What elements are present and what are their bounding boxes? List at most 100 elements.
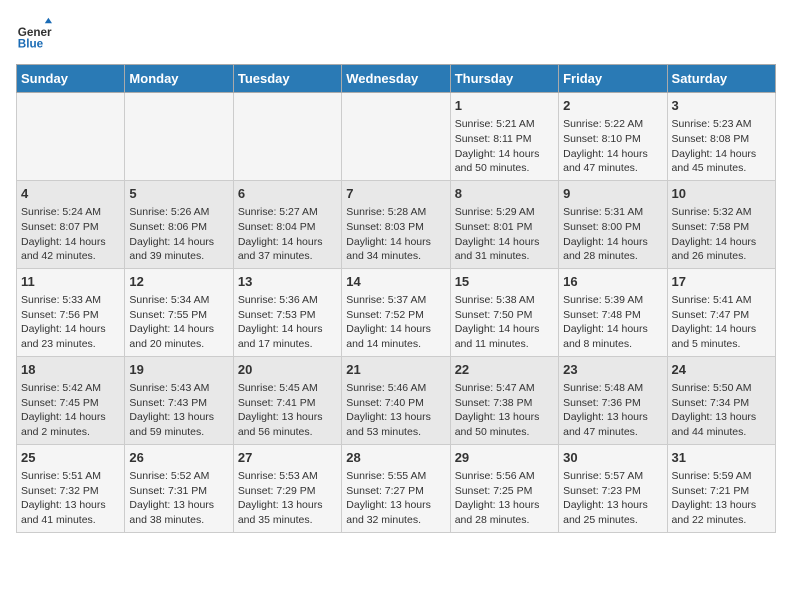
day-info: and 47 minutes. (563, 161, 662, 176)
day-cell: 16Sunrise: 5:39 AMSunset: 7:48 PMDayligh… (559, 268, 667, 356)
day-info: Daylight: 14 hours (455, 147, 554, 162)
day-info: Sunrise: 5:56 AM (455, 469, 554, 484)
day-header-wednesday: Wednesday (342, 65, 450, 93)
day-info: Daylight: 14 hours (129, 235, 228, 250)
day-info: and 2 minutes. (21, 425, 120, 440)
day-info: and 26 minutes. (672, 249, 771, 264)
day-info: Sunrise: 5:45 AM (238, 381, 337, 396)
day-header-monday: Monday (125, 65, 233, 93)
day-cell: 6Sunrise: 5:27 AMSunset: 8:04 PMDaylight… (233, 180, 341, 268)
day-number: 31 (672, 449, 771, 467)
day-info: Sunrise: 5:22 AM (563, 117, 662, 132)
day-info: Sunrise: 5:29 AM (455, 205, 554, 220)
day-info: Sunrise: 5:36 AM (238, 293, 337, 308)
day-cell: 25Sunrise: 5:51 AMSunset: 7:32 PMDayligh… (17, 444, 125, 532)
day-number: 1 (455, 97, 554, 115)
day-cell: 4Sunrise: 5:24 AMSunset: 8:07 PMDaylight… (17, 180, 125, 268)
week-row-4: 18Sunrise: 5:42 AMSunset: 7:45 PMDayligh… (17, 356, 776, 444)
day-number: 7 (346, 185, 445, 203)
day-info: and 56 minutes. (238, 425, 337, 440)
day-info: Sunset: 7:31 PM (129, 484, 228, 499)
day-cell: 14Sunrise: 5:37 AMSunset: 7:52 PMDayligh… (342, 268, 450, 356)
week-row-3: 11 Sunrise: 5:33 AMSunset: 7:56 PM Dayligh… (17, 268, 776, 356)
day-cell: 10Sunrise: 5:32 AMSunset: 7:58 PMDayligh… (667, 180, 775, 268)
day-info: Daylight: 14 hours (21, 235, 120, 250)
day-number: 29 (455, 449, 554, 467)
day-info: and 28 minutes. (563, 249, 662, 264)
day-info: Daylight: 14 hours (672, 322, 771, 337)
day-info: and 41 minutes. (21, 513, 120, 528)
day-info: Daylight: 14 hours (563, 322, 662, 337)
day-info: Daylight: 13 hours (346, 498, 445, 513)
day-info: Daylight: 14 hours (455, 322, 554, 337)
day-info: Sunrise: 5:46 AM (346, 381, 445, 396)
day-info: and 42 minutes. (21, 249, 120, 264)
day-info: Sunset: 7:23 PM (563, 484, 662, 499)
logo-icon: General Blue (16, 16, 52, 52)
day-info: Sunset: 7:21 PM (672, 484, 771, 499)
day-info: Sunrise: 5:42 AM (21, 381, 120, 396)
day-number: 23 (563, 361, 662, 379)
day-info: Sunset: 7:47 PM (672, 308, 771, 323)
day-header-sunday: Sunday (17, 65, 125, 93)
day-info: Daylight: 14 hours (346, 235, 445, 250)
day-info: Daylight: 14 hours (455, 235, 554, 250)
day-number: 30 (563, 449, 662, 467)
day-number: 27 (238, 449, 337, 467)
day-number: 20 (238, 361, 337, 379)
day-info: and 31 minutes. (455, 249, 554, 264)
day-number: 11 (21, 273, 120, 291)
day-info: Daylight: 13 hours (238, 498, 337, 513)
day-info: and 34 minutes. (346, 249, 445, 264)
page-header: General Blue (16, 16, 776, 52)
day-info: Sunrise: 5:41 AM (672, 293, 771, 308)
day-info: Sunrise: 5:33 AM (21, 293, 120, 308)
day-info: and 5 minutes. (672, 337, 771, 352)
day-info: Sunrise: 5:27 AM (238, 205, 337, 220)
day-info: Sunrise: 5:28 AM (346, 205, 445, 220)
day-info: Sunrise: 5:50 AM (672, 381, 771, 396)
day-number: 6 (238, 185, 337, 203)
calendar-header-row: SundayMondayTuesdayWednesdayThursdayFrid… (17, 65, 776, 93)
calendar-table: SundayMondayTuesdayWednesdayThursdayFrid… (16, 64, 776, 533)
day-cell (125, 93, 233, 181)
day-cell: 20Sunrise: 5:45 AMSunset: 7:41 PMDayligh… (233, 356, 341, 444)
day-cell: 31Sunrise: 5:59 AMSunset: 7:21 PMDayligh… (667, 444, 775, 532)
day-cell: 17 Sunrise: 5:41 AMSunset: 7:47 PMDayligh… (667, 268, 775, 356)
day-number: 25 (21, 449, 120, 467)
day-info: Daylight: 14 hours (129, 322, 228, 337)
day-cell (342, 93, 450, 181)
day-info: Sunset: 7:40 PM (346, 396, 445, 411)
day-cell: 30Sunrise: 5:57 AMSunset: 7:23 PMDayligh… (559, 444, 667, 532)
day-info: Sunset: 7:34 PM (672, 396, 771, 411)
day-info: Sunrise: 5:24 AM (21, 205, 120, 220)
day-cell (17, 93, 125, 181)
day-info: Sunrise: 5:51 AM (21, 469, 120, 484)
day-cell: 26Sunrise: 5:52 AMSunset: 7:31 PMDayligh… (125, 444, 233, 532)
day-info: Sunset: 7:53 PM (238, 308, 337, 323)
day-cell: 12Sunrise: 5:34 AMSunset: 7:55 PMDayligh… (125, 268, 233, 356)
day-number: 16 (563, 273, 662, 291)
day-cell: 9Sunrise: 5:31 AMSunset: 8:00 PMDaylight… (559, 180, 667, 268)
day-info: Daylight: 13 hours (346, 410, 445, 425)
day-cell: 18Sunrise: 5:42 AMSunset: 7:45 PMDayligh… (17, 356, 125, 444)
day-info: Sunset: 7:56 PM (21, 308, 120, 323)
day-number: 9 (563, 185, 662, 203)
day-number: 5 (129, 185, 228, 203)
day-number: 17 (672, 273, 771, 291)
day-cell: 19Sunrise: 5:43 AMSunset: 7:43 PMDayligh… (125, 356, 233, 444)
day-info: Sunrise: 5:47 AM (455, 381, 554, 396)
day-info: and 8 minutes. (563, 337, 662, 352)
day-number: 18 (21, 361, 120, 379)
day-info: Sunset: 8:07 PM (21, 220, 120, 235)
day-info: Daylight: 13 hours (21, 498, 120, 513)
day-info: Sunrise: 5:53 AM (238, 469, 337, 484)
day-info: Sunrise: 5:48 AM (563, 381, 662, 396)
day-cell: 24Sunrise: 5:50 AMSunset: 7:34 PMDayligh… (667, 356, 775, 444)
day-info: Sunrise: 5:59 AM (672, 469, 771, 484)
day-info: Sunset: 7:41 PM (238, 396, 337, 411)
day-info: and 11 minutes. (455, 337, 554, 352)
day-info: Daylight: 13 hours (672, 410, 771, 425)
day-info: Daylight: 14 hours (21, 410, 120, 425)
day-info: Sunset: 7:27 PM (346, 484, 445, 499)
